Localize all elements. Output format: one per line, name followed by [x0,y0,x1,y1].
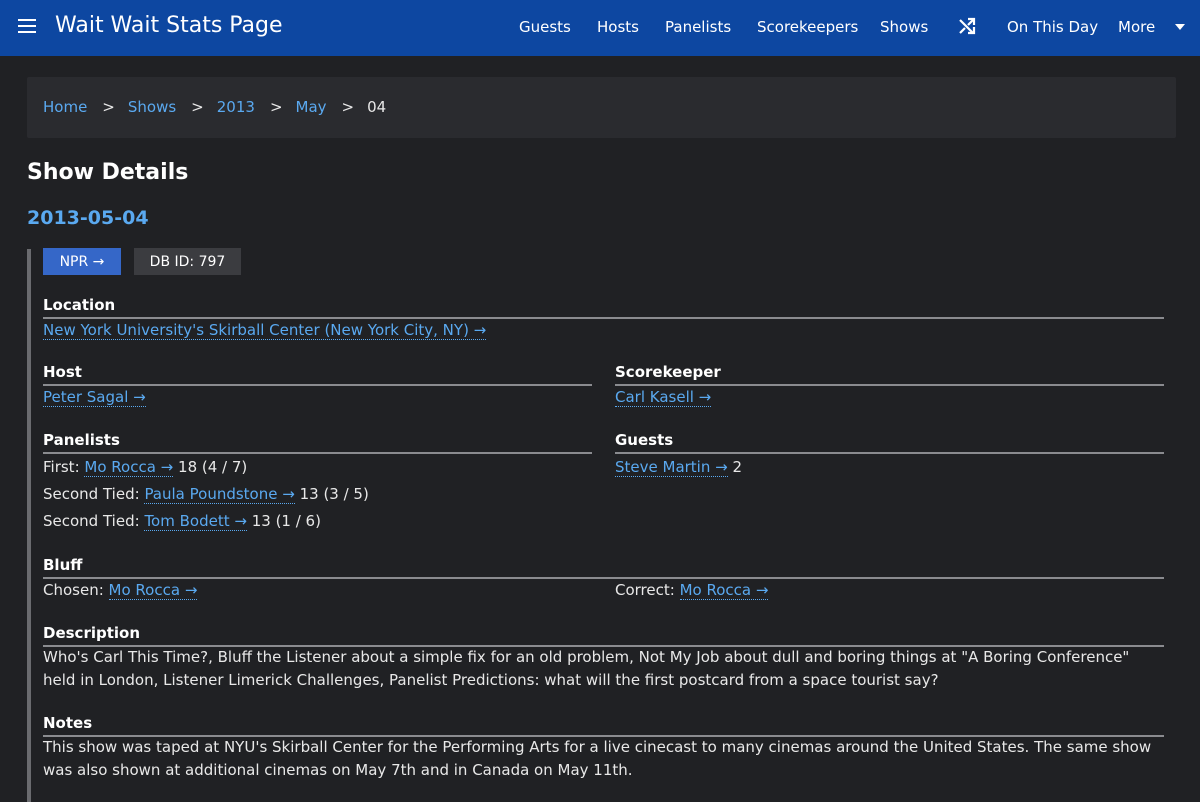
panelist-row: Second Tied: Tom Bodett → 13 (1 / 6) [43,511,321,531]
guest-score: 2 [732,458,743,476]
scorekeeper-heading: Scorekeeper [615,362,1164,386]
panelist-link[interactable]: Tom Bodett → [144,512,247,531]
host-link[interactable]: Peter Sagal → [43,388,146,407]
top-navbar: Wait Wait Stats Page Guests Hosts Paneli… [0,0,1200,56]
host-heading: Host [43,362,592,386]
npr-link-button[interactable]: NPR → [43,248,121,275]
show-date-heading: 2013-05-04 [27,207,149,229]
bluff-correct-label: Correct: [615,581,675,599]
guest-row: Steve Martin → 2 [615,457,742,477]
page-title: Show Details [27,160,189,185]
nav-more[interactable]: More [1118,17,1155,37]
breadcrumb-month[interactable]: May [296,98,327,116]
nav-shows[interactable]: Shows [880,17,928,37]
hamburger-menu-icon[interactable] [18,19,36,33]
bluff-heading: Bluff [43,555,1164,579]
panelist-link[interactable]: Paula Poundstone → [144,485,295,504]
site-brand[interactable]: Wait Wait Stats Page [55,12,283,40]
shuffle-icon[interactable] [958,17,976,35]
nav-hosts[interactable]: Hosts [597,17,639,37]
breadcrumb-separator: > [102,98,115,116]
bluff-chosen-label: Chosen: [43,581,104,599]
description-heading: Description [43,623,1164,647]
breadcrumb-shows[interactable]: Shows [128,98,176,116]
panelist-row: First: Mo Rocca → 18 (4 / 7) [43,457,247,477]
description-text: Who's Carl This Time?, Bluff the Listene… [43,648,1130,689]
guests-heading: Guests [615,430,1164,454]
nav-guests[interactable]: Guests [519,17,571,37]
breadcrumb-day: 04 [367,98,387,116]
notes-text: This show was taped at NYU's Skirball Ce… [43,738,1152,779]
guest-link[interactable]: Steve Martin → [615,458,728,477]
location-link[interactable]: New York University's Skirball Center (N… [43,321,487,340]
panelist-rank: Second Tied: [43,512,140,530]
panelist-score: 18 (4 / 7) [178,458,248,476]
breadcrumb-year[interactable]: 2013 [217,98,255,116]
location-heading: Location [43,295,1164,319]
panelist-rank: First: [43,458,80,476]
breadcrumb-home[interactable]: Home [43,98,87,116]
nav-on-this-day[interactable]: On This Day [1007,17,1098,37]
details-left-border [27,249,31,802]
panelist-score: 13 (1 / 6) [251,512,321,530]
scorekeeper-link[interactable]: Carl Kasell → [615,388,712,407]
panelist-rank: Second Tied: [43,485,140,503]
breadcrumb-separator: > [191,98,204,116]
notes-heading: Notes [43,713,1164,737]
panelist-link[interactable]: Mo Rocca → [84,458,174,477]
caret-down-icon[interactable] [1175,24,1185,30]
breadcrumb: Home > Shows > 2013 > May > 04 [27,77,1176,138]
bluff-correct-link[interactable]: Mo Rocca → [679,581,769,600]
breadcrumb-separator: > [341,98,355,116]
panelist-score: 13 (3 / 5) [299,485,369,503]
nav-panelists[interactable]: Panelists [665,17,731,37]
bluff-chosen-link[interactable]: Mo Rocca → [108,581,198,600]
breadcrumb-separator: > [269,98,283,116]
panelists-heading: Panelists [43,430,592,454]
panelist-row: Second Tied: Paula Poundstone → 13 (3 / … [43,484,369,504]
db-id-badge: DB ID: 797 [134,248,241,275]
nav-scorekeepers[interactable]: Scorekeepers [757,17,858,37]
